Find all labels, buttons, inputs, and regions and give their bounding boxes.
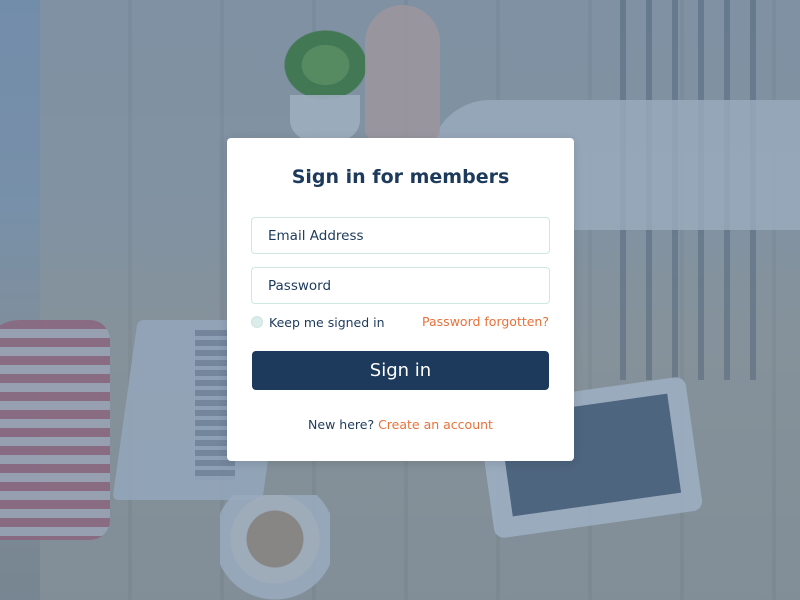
signup-prompt: New here? Create an account <box>227 417 574 432</box>
password-field[interactable] <box>251 267 550 304</box>
sign-in-button[interactable]: Sign in <box>252 351 549 390</box>
signin-card: Sign in for members Keep me signed in Pa… <box>227 138 574 461</box>
create-account-link[interactable]: Create an account <box>378 417 493 432</box>
signin-title: Sign in for members <box>291 166 510 188</box>
keep-signed-in-radio[interactable] <box>251 316 263 328</box>
email-field[interactable] <box>251 217 550 254</box>
password-forgotten-link[interactable]: Password forgotten? <box>422 314 549 329</box>
keep-signed-in-label: Keep me signed in <box>269 314 385 330</box>
keep-signed-in-toggle[interactable]: Keep me signed in <box>251 314 385 330</box>
new-here-text: New here? <box>308 417 375 432</box>
